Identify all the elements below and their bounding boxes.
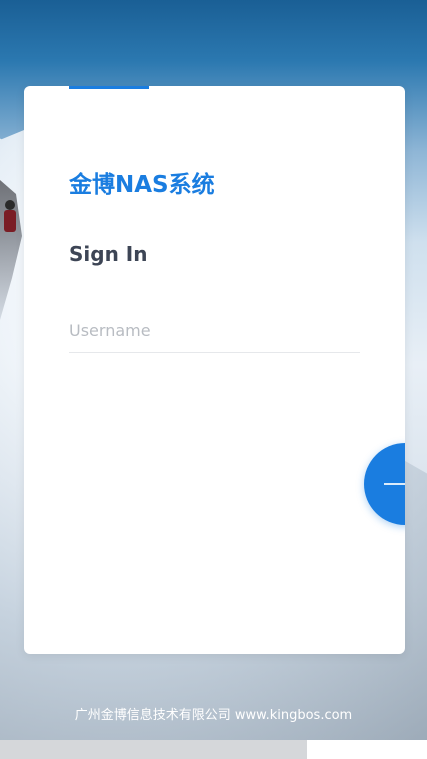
brand-title: 金博NAS系统 <box>69 172 215 198</box>
login-card: 金博NAS系统 Sign In <box>24 86 405 654</box>
background-climber-figure <box>2 200 18 240</box>
footer-company-text: 广州金博信息技术有限公司 www.kingbos.com <box>74 708 353 723</box>
card-accent-bar <box>69 86 149 89</box>
sign-in-heading: Sign In <box>69 242 148 266</box>
username-input[interactable] <box>69 308 360 353</box>
bottom-bar-right <box>307 740 427 759</box>
login-page: 金博NAS系统 Sign In 广州金博信息技术有限公司 www.kingbos… <box>0 0 427 759</box>
bottom-bar-left <box>0 740 307 759</box>
arrow-right-icon <box>384 483 405 485</box>
